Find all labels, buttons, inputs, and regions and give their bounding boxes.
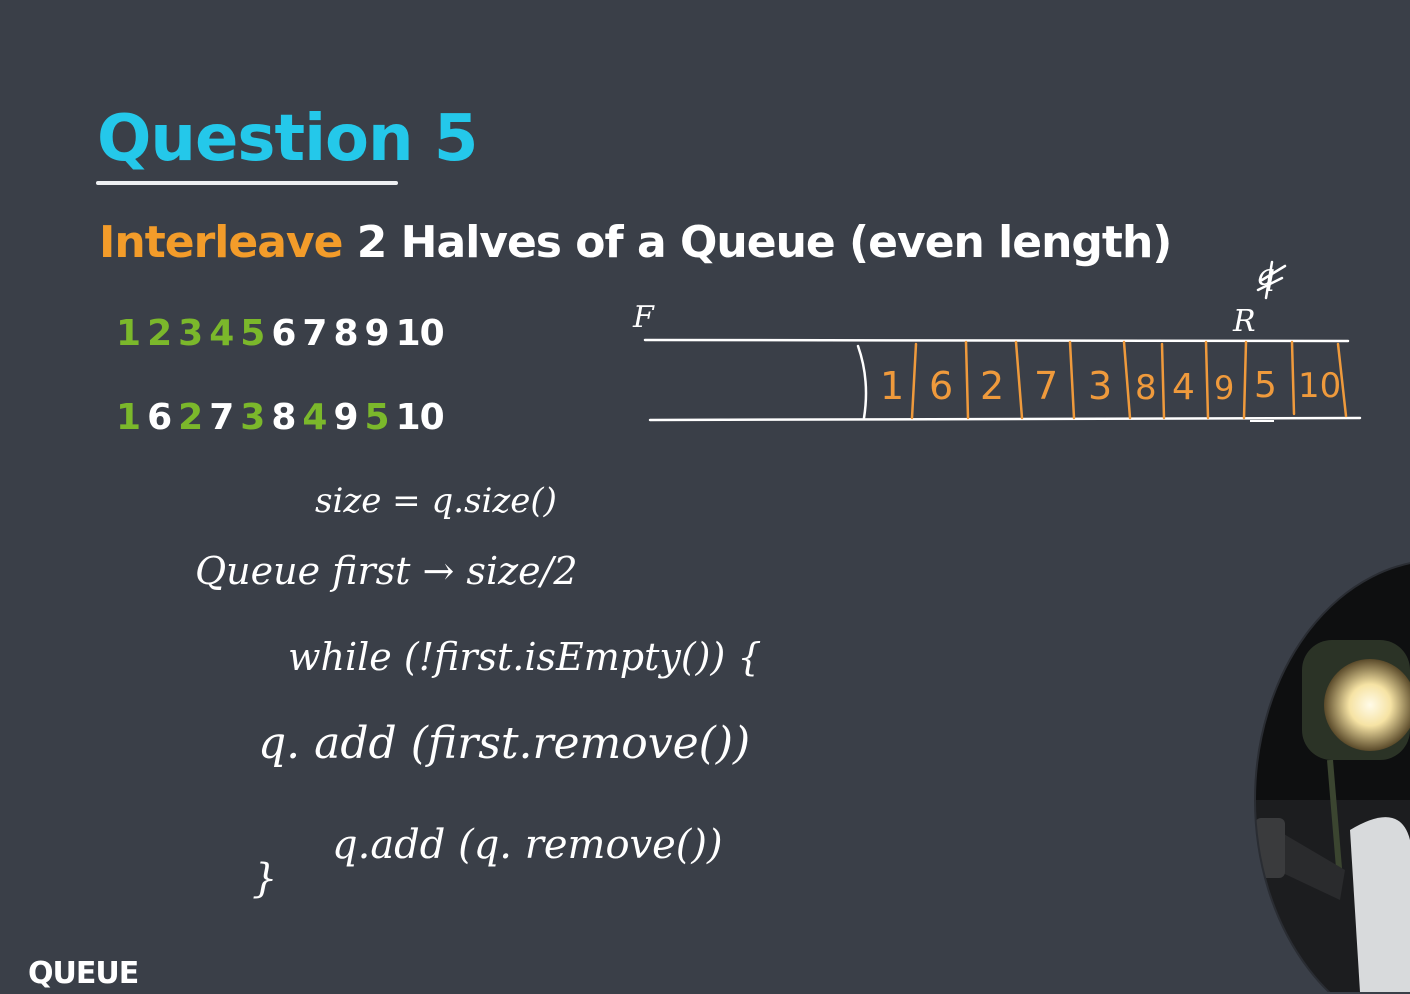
presenter-shoulder-icon [1350,817,1410,992]
presenter-camera-overlay [1254,560,1410,992]
slide: Question 5 Interleave 2 Halves of a Queu… [0,0,1410,992]
